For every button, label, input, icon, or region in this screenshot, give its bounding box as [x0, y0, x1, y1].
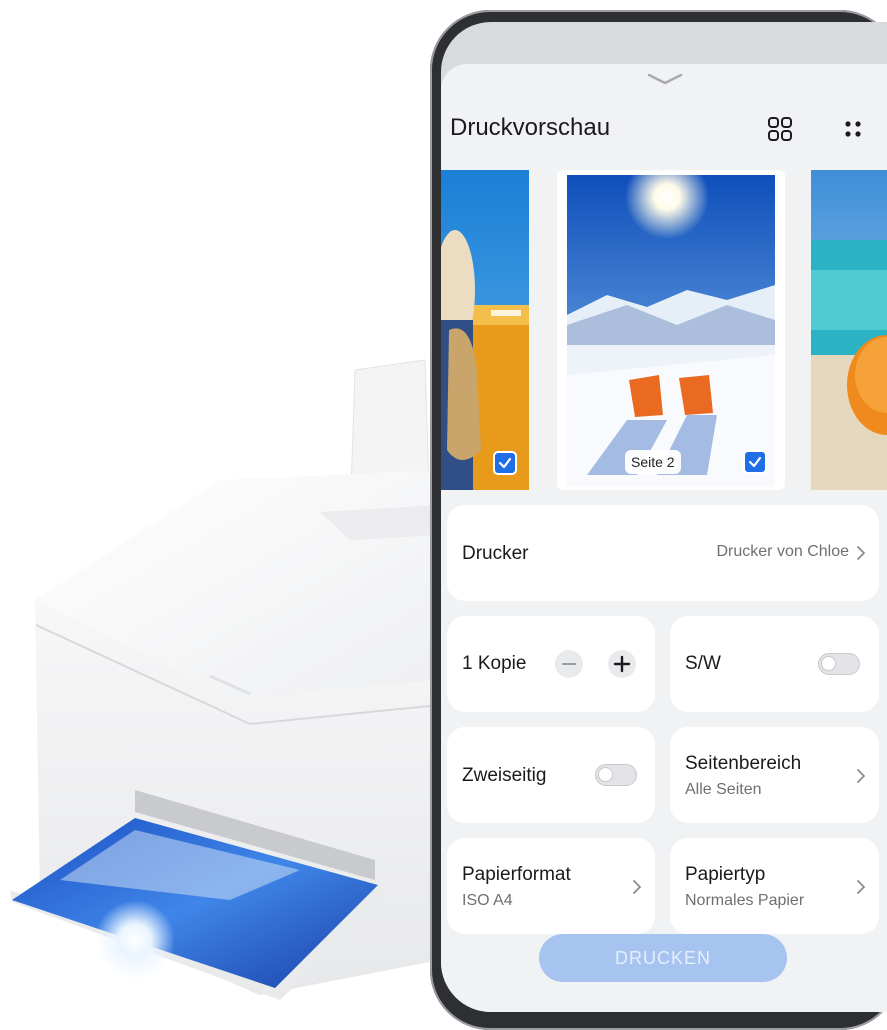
- copies-label: 1 Kopie: [462, 653, 527, 674]
- page-1-selected-checkbox[interactable]: [493, 451, 517, 475]
- page-range-value: Alle Seiten: [685, 781, 762, 798]
- bw-card: S/W: [670, 616, 879, 712]
- page-1-image: [441, 170, 529, 490]
- page-2-selected-checkbox[interactable]: [743, 450, 767, 474]
- copies-card: 1 Kopie: [447, 616, 655, 712]
- phone-screen: Druckvorschau Seite 2 Drucker Drucker vo…: [441, 22, 887, 1012]
- paper-size-value: ISO A4: [462, 892, 513, 909]
- paper-type-label: Papiertyp: [685, 864, 766, 885]
- toggle-knob: [821, 656, 836, 671]
- duplex-toggle[interactable]: [595, 764, 637, 786]
- page-thumbnail-2[interactable]: Seite 2: [557, 170, 785, 490]
- bw-toggle[interactable]: [818, 653, 860, 675]
- duplex-label: Zweiseitig: [462, 765, 547, 786]
- chevron-right-icon: [633, 880, 641, 894]
- toggle-knob: [598, 767, 613, 782]
- page-number-label: Seite 2: [625, 450, 681, 474]
- paper-size-selector[interactable]: Papierformat ISO A4: [447, 838, 655, 934]
- bw-label: S/W: [685, 653, 721, 674]
- page-range-label: Seitenbereich: [685, 753, 802, 774]
- collapse-chevron-icon[interactable]: [647, 72, 683, 86]
- chevron-right-icon: [857, 880, 865, 894]
- paper-type-value: Normales Papier: [685, 892, 805, 909]
- printer-value: Drucker von Chloe: [716, 543, 850, 560]
- increment-button[interactable]: [608, 650, 636, 678]
- check-icon: [498, 457, 512, 469]
- decrement-button[interactable]: [555, 650, 583, 678]
- page-thumbnail-1[interactable]: [441, 170, 529, 490]
- printer-label: Drucker: [462, 543, 529, 564]
- page-2-image: [567, 175, 775, 487]
- page-title: Druckvorschau: [450, 114, 611, 141]
- page-thumbnail-3[interactable]: [811, 170, 887, 490]
- chevron-right-icon: [857, 769, 865, 783]
- plus-icon: [613, 655, 631, 673]
- printer-selector[interactable]: Drucker Drucker von Chloe: [447, 505, 879, 601]
- duplex-card: Zweiseitig: [447, 727, 655, 823]
- page-range-selector[interactable]: Seitenbereich Alle Seiten: [670, 727, 879, 823]
- page-3-image: [811, 170, 887, 490]
- paper-type-selector[interactable]: Papiertyp Normales Papier: [670, 838, 879, 934]
- print-button[interactable]: DRUCKEN: [539, 934, 787, 982]
- paper-size-label: Papierformat: [462, 864, 571, 885]
- minus-icon: [562, 663, 576, 665]
- check-icon: [748, 456, 762, 468]
- chevron-right-icon: [857, 546, 865, 560]
- grid-view-icon[interactable]: [764, 113, 796, 145]
- more-options-icon[interactable]: [837, 113, 869, 145]
